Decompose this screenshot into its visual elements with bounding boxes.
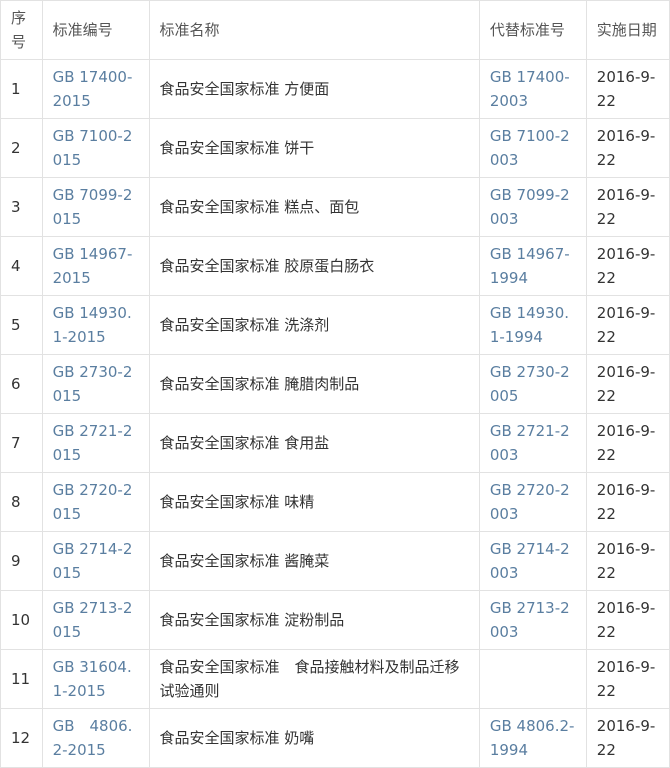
table-row: 3 GB 7099-2015 食品安全国家标准 糕点、面包 GB 7099-2003 2… — [0, 177, 670, 237]
header-index: 序号 — [0, 0, 43, 60]
table-body: 1 GB 17400-2015 食品安全国家标准 方便面 GB 17400-2003 2… — [0, 59, 670, 768]
row-index: 9 — [0, 531, 43, 591]
standard-name: 食品安全国家标准 胶原蛋白肠衣 — [148, 236, 480, 296]
row-index: 6 — [0, 354, 43, 414]
table-row: 4 GB 14967-2015 食品安全国家标准 胶原蛋白肠衣 GB 14967-19… — [0, 236, 670, 296]
effective-date: 2016-9-22 — [585, 236, 670, 296]
standard-number[interactable]: GB 2713-2015 — [41, 590, 150, 650]
row-index: 5 — [0, 295, 43, 355]
table-row: 12 GB 4806.2-2015 食品安全国家标准 奶嘴 GB 4806.2-199… — [0, 708, 670, 768]
replaced-standard[interactable]: GB 2713-2003 — [478, 590, 587, 650]
row-index: 3 — [0, 177, 43, 237]
effective-date: 2016-9-22 — [585, 177, 670, 237]
standard-name: 食品安全国家标准 食品接触材料及制品迁移试验通则 — [148, 649, 480, 709]
replaced-standard[interactable]: GB 2730-2005 — [478, 354, 587, 414]
effective-date: 2016-9-22 — [585, 531, 670, 591]
row-index: 2 — [0, 118, 43, 178]
table-row: 10 GB 2713-2015 食品安全国家标准 淀粉制品 GB 2713-2003 2… — [0, 590, 670, 650]
row-index: 4 — [0, 236, 43, 296]
effective-date: 2016-9-22 — [585, 118, 670, 178]
standard-name: 食品安全国家标准 酱腌菜 — [148, 531, 480, 591]
standard-name: 食品安全国家标准 洗涤剂 — [148, 295, 480, 355]
replaced-standard[interactable]: GB 2720-2003 — [478, 472, 587, 532]
effective-date: 2016-9-22 — [585, 708, 670, 768]
table-row: 7 GB 2721-2015 食品安全国家标准 食用盐 GB 2721-2003 201… — [0, 413, 670, 473]
header-standard-name: 标准名称 — [148, 0, 480, 60]
header-replaced-standard: 代替标准号 — [478, 0, 587, 60]
replaced-standard[interactable]: GB 4806.2-1994 — [478, 708, 587, 768]
effective-date: 2016-9-22 — [585, 295, 670, 355]
replaced-standard[interactable]: GB 14967-1994 — [478, 236, 587, 296]
effective-date: 2016-9-22 — [585, 59, 670, 119]
row-index: 1 — [0, 59, 43, 119]
row-index: 8 — [0, 472, 43, 532]
standard-name: 食品安全国家标准 腌腊肉制品 — [148, 354, 480, 414]
standard-name: 食品安全国家标准 食用盐 — [148, 413, 480, 473]
row-index: 10 — [0, 590, 43, 650]
table-header: 序号 标准编号 标准名称 代替标准号 实施日期 — [0, 0, 670, 60]
replaced-standard[interactable]: GB 7100-2003 — [478, 118, 587, 178]
effective-date: 2016-9-22 — [585, 354, 670, 414]
replaced-standard[interactable]: GB 2721-2003 — [478, 413, 587, 473]
replaced-standard[interactable]: GB 17400-2003 — [478, 59, 587, 119]
standard-number[interactable]: GB 7100-2015 — [41, 118, 150, 178]
table-row: 2 GB 7100-2015 食品安全国家标准 饼干 GB 7100-2003 2016… — [0, 118, 670, 178]
standard-number[interactable]: GB 7099-2015 — [41, 177, 150, 237]
replaced-standard[interactable]: GB 2714-2003 — [478, 531, 587, 591]
standard-number[interactable]: GB 4806.2-2015 — [41, 708, 150, 768]
replaced-standard[interactable]: GB 14930.1-1994 — [478, 295, 587, 355]
header-row: 序号 标准编号 标准名称 代替标准号 实施日期 — [0, 0, 670, 60]
standard-name: 食品安全国家标准 淀粉制品 — [148, 590, 480, 650]
standard-number[interactable]: GB 2714-2015 — [41, 531, 150, 591]
table-row: 5 GB 14930.1-2015 食品安全国家标准 洗涤剂 GB 14930.1-1… — [0, 295, 670, 355]
standard-name: 食品安全国家标准 方便面 — [148, 59, 480, 119]
standard-number[interactable]: GB 2730-2015 — [41, 354, 150, 414]
standard-number[interactable]: GB 31604.1-2015 — [41, 649, 150, 709]
row-index: 7 — [0, 413, 43, 473]
standard-name: 食品安全国家标准 味精 — [148, 472, 480, 532]
standard-number[interactable]: GB 2721-2015 — [41, 413, 150, 473]
standard-name: 食品安全国家标准 奶嘴 — [148, 708, 480, 768]
table-row: 11 GB 31604.1-2015 食品安全国家标准 食品接触材料及制品迁移试验通… — [0, 649, 670, 709]
standard-number[interactable]: GB 2720-2015 — [41, 472, 150, 532]
header-standard-number: 标准编号 — [41, 0, 150, 60]
table-row: 9 GB 2714-2015 食品安全国家标准 酱腌菜 GB 2714-2003 201… — [0, 531, 670, 591]
standards-table: 序号 标准编号 标准名称 代替标准号 实施日期 1 GB 17400-2015 食品… — [0, 0, 670, 768]
table-row: 1 GB 17400-2015 食品安全国家标准 方便面 GB 17400-2003 2… — [0, 59, 670, 119]
effective-date: 2016-9-22 — [585, 413, 670, 473]
replaced-standard[interactable]: GB 7099-2003 — [478, 177, 587, 237]
effective-date: 2016-9-22 — [585, 472, 670, 532]
standard-name: 食品安全国家标准 糕点、面包 — [148, 177, 480, 237]
header-effective-date: 实施日期 — [585, 0, 670, 60]
effective-date: 2016-9-22 — [585, 649, 670, 709]
standard-name: 食品安全国家标准 饼干 — [148, 118, 480, 178]
standard-number[interactable]: GB 17400-2015 — [41, 59, 150, 119]
table-row: 6 GB 2730-2015 食品安全国家标准 腌腊肉制品 GB 2730-2005 2… — [0, 354, 670, 414]
table-row: 8 GB 2720-2015 食品安全国家标准 味精 GB 2720-2003 2016… — [0, 472, 670, 532]
standard-number[interactable]: GB 14967-2015 — [41, 236, 150, 296]
replaced-standard[interactable] — [478, 649, 587, 709]
row-index: 12 — [0, 708, 43, 768]
effective-date: 2016-9-22 — [585, 590, 670, 650]
standard-number[interactable]: GB 14930.1-2015 — [41, 295, 150, 355]
row-index: 11 — [0, 649, 43, 709]
